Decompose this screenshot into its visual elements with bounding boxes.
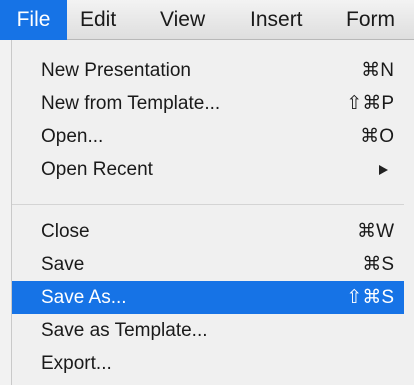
- menu-item-label: Open Recent: [41, 159, 153, 180]
- menu-file[interactable]: File: [0, 0, 67, 40]
- menu-item-close[interactable]: Close ⌘W: [12, 215, 404, 248]
- menu-item-label: Open...: [41, 126, 104, 147]
- menu-item-save-as-template[interactable]: Save as Template...: [12, 314, 404, 347]
- menu-item-save[interactable]: Save ⌘S: [12, 248, 404, 281]
- shortcut-label: ⌘S: [362, 254, 394, 275]
- menu-item-export[interactable]: Export...: [12, 347, 404, 380]
- submenu-arrow-icon: [379, 165, 388, 175]
- menu-item-label: Save: [41, 254, 85, 275]
- menu-item-new-presentation[interactable]: New Presentation ⌘N: [12, 54, 404, 87]
- menu-item-open[interactable]: Open... ⌘O: [12, 120, 404, 153]
- menu-item-label: New from Template...: [41, 93, 221, 114]
- shortcut-label: ⌘N: [361, 60, 394, 81]
- menu-item-label: Close: [41, 221, 90, 242]
- menu-item-label: Save as Template...: [41, 320, 208, 341]
- menu-item-new-from-template[interactable]: New from Template... ⇧⌘P: [12, 87, 404, 120]
- shortcut-label: ⇧⌘P: [346, 93, 394, 114]
- shortcut-label: ⌘O: [360, 126, 394, 147]
- menu-item-label: New Presentation: [41, 60, 191, 81]
- menu-format[interactable]: Form: [346, 0, 395, 40]
- menu-item-open-recent[interactable]: Open Recent: [12, 153, 404, 186]
- menu-view[interactable]: View: [160, 0, 205, 40]
- menu-bar: File Edit View Insert Form: [0, 0, 414, 40]
- menu-separator: [12, 204, 404, 205]
- menu-item-label: Export...: [41, 353, 112, 374]
- shortcut-label: ⇧⌘S: [346, 287, 394, 308]
- menu-item-save-as[interactable]: Save As... ⇧⌘S: [12, 281, 404, 314]
- menu-item-label: Save As...: [41, 287, 127, 308]
- menu-edit[interactable]: Edit: [80, 0, 116, 40]
- shortcut-label: ⌘W: [357, 221, 394, 242]
- menu-insert[interactable]: Insert: [250, 0, 303, 40]
- file-menu-dropdown: New Presentation ⌘N New from Template...…: [11, 40, 414, 385]
